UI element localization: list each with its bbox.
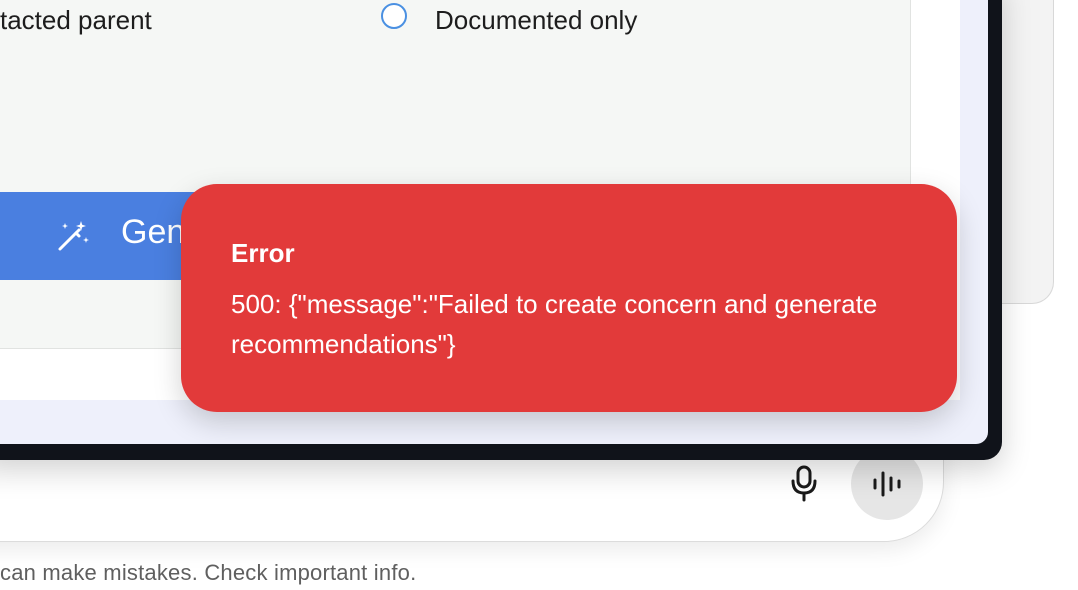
microphone-icon xyxy=(791,465,817,502)
magic-wand-icon xyxy=(58,221,89,251)
toast-title: Error xyxy=(231,238,295,268)
radio-button-documented-only[interactable] xyxy=(381,3,407,29)
toast-message: 500: {"message":"Failed to create concer… xyxy=(231,289,878,359)
generate-button-label: Gen xyxy=(121,213,186,251)
radio-option-label[interactable]: tacted parent xyxy=(0,5,152,36)
voice-waveform-icon xyxy=(873,471,901,497)
microphone-button[interactable] xyxy=(784,462,824,506)
radio-option-label[interactable]: Documented only xyxy=(435,5,637,36)
disclaimer-text: can make mistakes. Check important info. xyxy=(0,560,417,585)
error-toast[interactable]: Error 500: {"message":"Failed to create … xyxy=(181,184,957,412)
